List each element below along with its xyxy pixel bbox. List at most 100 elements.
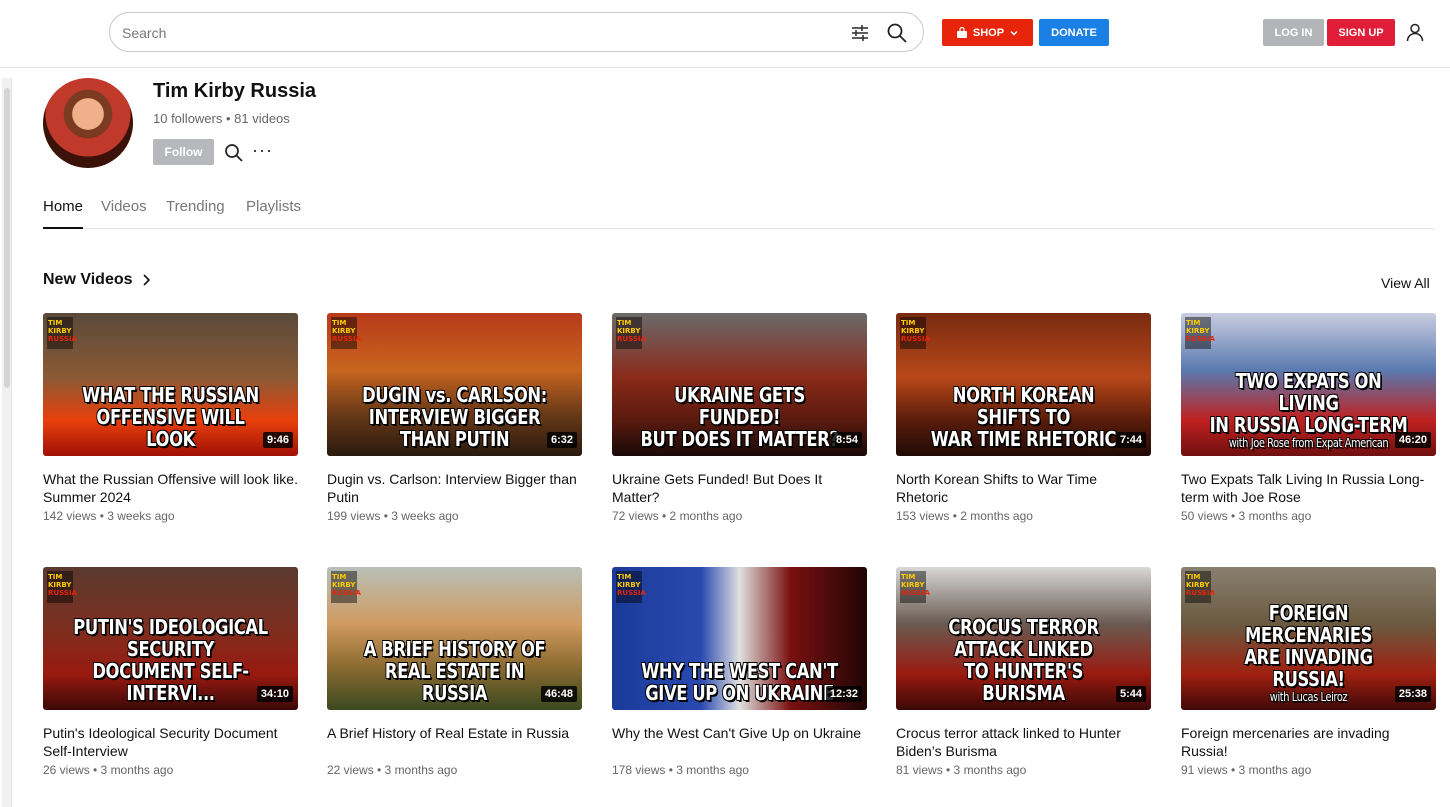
video-thumbnail[interactable]: TIM KIRBY RUSSIA DUGIN vs. CARLSON: INTERVIE… <box>327 313 582 456</box>
thumbnail-caption-line: WHAT THE RUSSIAN <box>82 383 259 407</box>
search-bar[interactable] <box>109 12 924 52</box>
thumbnail-caption-line: REAL ESTATE IN RUSSIA <box>384 659 525 705</box>
user-icon[interactable] <box>1405 22 1425 42</box>
video-meta: 91 views • 3 months ago <box>1181 763 1312 777</box>
shop-button[interactable]: SHOP <box>942 19 1033 46</box>
signup-button[interactable]: SIGN UP <box>1327 19 1395 46</box>
video-title[interactable]: Why the West Can't Give Up on Ukraine <box>612 724 867 760</box>
video-card[interactable]: TIM KIRBY RUSSIA NORTH KOREAN SHIFTS TO WAR … <box>896 313 1151 523</box>
video-meta: 199 views • 3 weeks ago <box>327 509 459 523</box>
login-label: LOG IN <box>1274 26 1313 39</box>
video-thumbnail[interactable]: TIM KIRBY RUSSIA TWO EXPATS ON LIVING IN RUS… <box>1181 313 1436 456</box>
video-meta: 142 views • 3 weeks ago <box>43 509 175 523</box>
video-card[interactable]: TIM KIRBY RUSSIA FOREIGN MERCENARIES ARE INV… <box>1181 567 1436 777</box>
video-card[interactable]: TIM KIRBY RUSSIA WHY THE WEST CAN'T GIVE UP … <box>612 567 867 777</box>
video-meta: 178 views • 3 months ago <box>612 763 749 777</box>
thumbnail-subcaption: with Lucas Leiroz <box>1269 690 1348 704</box>
channel-search-icon[interactable] <box>224 143 244 163</box>
thumbnail-caption-line: INTERVIEW BIGGER THAN PUTIN <box>368 405 541 451</box>
video-duration: 34:10 <box>256 686 293 702</box>
thumbnail-caption: FOREIGN MERCENARIES ARE INVADING RUSSIA! w… <box>1209 602 1408 704</box>
video-title[interactable]: Two Expats Talk Living In Russia Long-te… <box>1181 470 1436 506</box>
video-title[interactable]: What the Russian Offensive will look lik… <box>43 470 298 506</box>
video-thumbnail[interactable]: TIM KIRBY RUSSIA FOREIGN MERCENARIES ARE INV… <box>1181 567 1436 710</box>
video-thumbnail[interactable]: TIM KIRBY RUSSIA UKRAINE GETS FUNDED! BUT DO… <box>612 313 867 456</box>
video-card[interactable]: TIM KIRBY RUSSIA PUTIN'S IDEOLOGICAL SECURI… <box>43 567 298 777</box>
channel-logo-icon: TIM KIRBY RUSSIA <box>331 317 361 349</box>
tab-videos[interactable]: Videos <box>101 198 147 229</box>
thumbnail-caption: CROCUS TERROR ATTACK LINKED TO HUNTER'S B… <box>924 616 1123 704</box>
thumbnail-caption-line: TWO EXPATS ON LIVING <box>1235 369 1382 415</box>
scrollbar-thumb[interactable] <box>4 88 10 388</box>
section-header-new-videos[interactable]: New Videos <box>43 271 151 289</box>
channel-tabs: Home Videos Trending Playlists <box>43 198 1435 229</box>
video-title[interactable]: A Brief History of Real Estate in Russia <box>327 724 582 760</box>
video-duration: 25:38 <box>1394 686 1431 702</box>
view-all-link[interactable]: View All <box>1381 275 1430 291</box>
video-title[interactable]: Crocus terror attack linked to Hunter Bi… <box>896 724 1151 760</box>
more-options-icon[interactable]: ··· <box>252 140 273 161</box>
donate-button[interactable]: DONATE <box>1039 19 1109 46</box>
channel-logo-icon: TIM KIRBY RUSSIA <box>616 571 646 603</box>
video-title[interactable]: North Korean Shifts to War Time Rhetoric <box>896 470 1151 506</box>
video-card[interactable]: TIM KIRBY RUSSIA WHAT THE RUSSIAN OFFENSIVE … <box>43 313 298 523</box>
video-meta: 72 views • 2 months ago <box>612 509 743 523</box>
thumbnail-caption-line: WHY THE WEST CAN'T <box>641 659 838 683</box>
video-title[interactable]: Putin's Ideological Security Document Se… <box>43 724 298 760</box>
thumbnail-caption-line: WAR TIME RHETORIC <box>930 427 1117 451</box>
thumbnail-caption-line: FOREIGN MERCENARIES <box>1244 601 1373 647</box>
thumbnail-caption-line: DUGIN vs. CARLSON: <box>362 383 547 407</box>
thumbnail-caption: A BRIEF HISTORY OF REAL ESTATE IN RUSSIA <box>355 638 554 704</box>
video-thumbnail[interactable]: TIM KIRBY RUSSIA WHY THE WEST CAN'T GIVE UP … <box>612 567 867 710</box>
video-meta: 22 views • 3 months ago <box>327 763 458 777</box>
top-bar: SHOP DONATE LOG IN SIGN UP <box>0 0 1450 68</box>
thumbnail-caption-line: DOCUMENT SELF-INTERVI... <box>92 659 249 705</box>
thumbnail-caption-line: GIVE UP ON UKRAINE <box>645 681 834 705</box>
video-duration: 46:20 <box>1394 432 1431 448</box>
follow-button[interactable]: Follow <box>153 139 214 165</box>
search-input[interactable] <box>122 22 822 44</box>
tab-home[interactable]: Home <box>43 198 84 229</box>
video-thumbnail[interactable]: TIM KIRBY RUSSIA WHAT THE RUSSIAN OFFENSIVE … <box>43 313 298 456</box>
thumbnail-caption-line: BUT DOES IT MATTER? <box>640 427 839 451</box>
thumbnail-caption: NORTH KOREAN SHIFTS TO WAR TIME RHETORIC <box>924 384 1123 450</box>
left-scrollbar[interactable] <box>2 78 12 807</box>
thumbnail-caption-line: A BRIEF HISTORY OF <box>363 637 546 661</box>
thumbnail-caption-line: OFFENSIVE WILL LOOK <box>96 405 245 451</box>
login-button[interactable]: LOG IN <box>1263 19 1324 46</box>
video-duration: 46:48 <box>540 686 577 702</box>
video-card[interactable]: TIM KIRBY RUSSIA CROCUS TERROR ATTACK LINKE… <box>896 567 1151 777</box>
video-meta: 81 views • 3 months ago <box>896 763 1027 777</box>
shop-label: SHOP <box>972 26 1005 39</box>
thumbnail-caption: DUGIN vs. CARLSON: INTERVIEW BIGGER THAN … <box>355 384 554 450</box>
video-card[interactable]: TIM KIRBY RUSSIA DUGIN vs. CARLSON: INTERVIE… <box>327 313 582 523</box>
thumbnail-caption-line: CROCUS TERROR ATTACK LINKED <box>948 615 1099 661</box>
donate-label: DONATE <box>1051 26 1097 39</box>
video-card[interactable]: TIM KIRBY RUSSIA UKRAINE GETS FUNDED! BUT DO… <box>612 313 867 523</box>
thumbnail-caption: TWO EXPATS ON LIVING IN RUSSIA LONG-TERM w… <box>1209 370 1408 450</box>
video-title[interactable]: Dugin vs. Carlson: Interview Bigger than… <box>327 470 582 506</box>
tab-trending[interactable]: Trending <box>166 198 225 229</box>
shop-bag-icon <box>956 26 967 38</box>
video-thumbnail[interactable]: TIM KIRBY RUSSIA A BRIEF HISTORY OF REAL EST… <box>327 567 582 710</box>
video-title[interactable]: Foreign mercenaries are invading Russia! <box>1181 724 1436 760</box>
video-thumbnail[interactable]: TIM KIRBY RUSSIA CROCUS TERROR ATTACK LINKE… <box>896 567 1151 710</box>
thumbnail-caption: UKRAINE GETS FUNDED! BUT DOES IT MATTER? <box>640 384 839 450</box>
search-icon[interactable] <box>886 22 908 44</box>
channel-logo-icon: TIM KIRBY RUSSIA <box>900 317 930 349</box>
video-meta: 26 views • 3 months ago <box>43 763 174 777</box>
thumbnail-caption: WHY THE WEST CAN'T GIVE UP ON UKRAINE <box>640 660 839 704</box>
video-card[interactable]: TIM KIRBY RUSSIA A BRIEF HISTORY OF REAL EST… <box>327 567 582 777</box>
filter-icon[interactable] <box>850 23 870 43</box>
channel-stats: 10 followers • 81 videos <box>153 111 290 126</box>
tab-playlists[interactable]: Playlists <box>246 198 301 229</box>
video-thumbnail[interactable]: TIM KIRBY RUSSIA NORTH KOREAN SHIFTS TO WAR … <box>896 313 1151 456</box>
channel-logo-icon: TIM KIRBY RUSSIA <box>616 317 646 349</box>
video-meta: 153 views • 2 months ago <box>896 509 1033 523</box>
video-thumbnail[interactable]: TIM KIRBY RUSSIA PUTIN'S IDEOLOGICAL SECURI… <box>43 567 298 710</box>
thumbnail-caption-line: PUTIN'S IDEOLOGICAL SECURITY <box>73 615 268 661</box>
video-title[interactable]: Ukraine Gets Funded! But Does It Matter? <box>612 470 867 506</box>
channel-logo-icon: TIM KIRBY RUSSIA <box>47 317 77 349</box>
chevron-down-icon <box>1010 30 1018 35</box>
video-card[interactable]: TIM KIRBY RUSSIA TWO EXPATS ON LIVING IN RUS… <box>1181 313 1436 523</box>
